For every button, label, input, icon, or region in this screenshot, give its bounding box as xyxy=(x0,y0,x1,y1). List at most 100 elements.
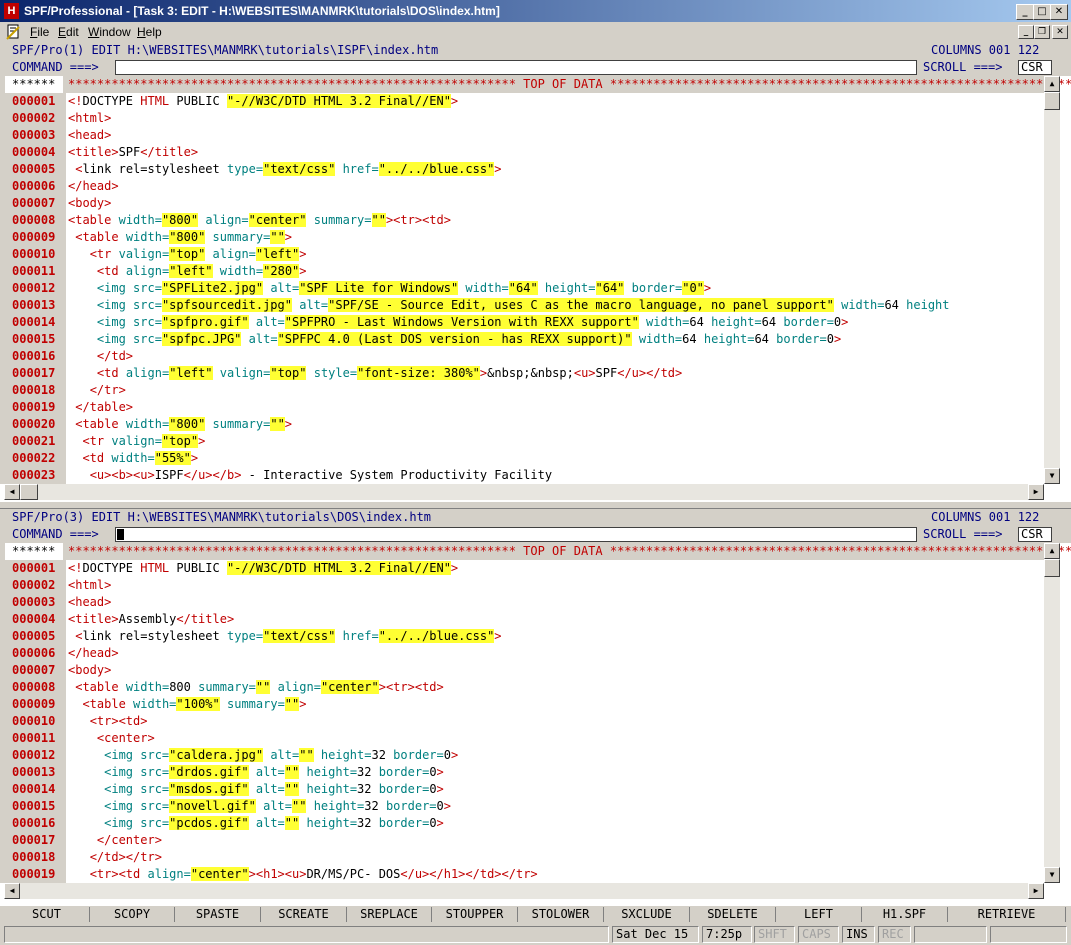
pane2-horizontal-scrollbar[interactable]: ◀ ▶ xyxy=(4,883,1044,899)
line-text[interactable]: <tr><td> xyxy=(68,714,148,728)
pane1-line[interactable]: 000019 </table> xyxy=(0,399,1044,416)
line-number[interactable]: 000020 xyxy=(12,417,55,431)
line-text[interactable]: <title>Assembly</title> xyxy=(68,612,234,626)
line-number[interactable]: 000016 xyxy=(12,816,55,830)
line-number[interactable]: 000019 xyxy=(12,400,55,414)
scroll-right-icon[interactable]: ▶ xyxy=(1028,484,1044,500)
line-text[interactable]: <head> xyxy=(68,595,111,609)
line-number[interactable]: 000018 xyxy=(12,850,55,864)
line-number[interactable]: 000003 xyxy=(12,595,55,609)
pane2-line[interactable]: 000016 <img src="pcdos.gif" alt="" heigh… xyxy=(0,815,1044,832)
mdi-restore-button[interactable]: ❐ xyxy=(1034,25,1050,39)
fkey-sxclude[interactable]: SXCLUDE xyxy=(604,907,690,922)
pane2-line[interactable]: 000008 <table width=800 summary="" align… xyxy=(0,679,1044,696)
pane2-line[interactable]: 000009 <table width="100%" summary=""> xyxy=(0,696,1044,713)
line-number[interactable]: 000015 xyxy=(12,332,55,346)
line-text[interactable]: <table width="800" summary=""> xyxy=(68,230,292,244)
pane2-line[interactable]: 000004 <title>Assembly</title> xyxy=(0,611,1044,628)
pane1-line[interactable]: 000008 <table width="800" align="center" … xyxy=(0,212,1044,229)
pane1-line[interactable]: 000006 </head> xyxy=(0,178,1044,195)
line-number[interactable]: 000003 xyxy=(12,128,55,142)
line-text[interactable]: <table width=800 summary="" align="cente… xyxy=(68,680,444,694)
line-text[interactable]: <center> xyxy=(68,731,155,745)
line-number[interactable]: 000008 xyxy=(12,680,55,694)
pane1-line[interactable]: 000018 </tr> xyxy=(0,382,1044,399)
menu-file[interactable]: File xyxy=(30,25,49,39)
scroll-up-icon[interactable]: ▲ xyxy=(1044,543,1060,559)
pane2-line[interactable]: 000003 <head> xyxy=(0,594,1044,611)
pane1-vertical-scrollbar[interactable]: ▲ ▼ xyxy=(1044,76,1060,484)
line-number[interactable]: 000011 xyxy=(12,264,55,278)
line-text[interactable]: </head> xyxy=(68,179,119,193)
line-text[interactable]: <title>SPF</title> xyxy=(68,145,198,159)
pane1-scroll-thumb[interactable] xyxy=(1044,92,1060,110)
line-number[interactable]: 000006 xyxy=(12,179,55,193)
pane1-line[interactable]: 000017 <td align="left" valign="top" sty… xyxy=(0,365,1044,382)
scroll-down-icon[interactable]: ▼ xyxy=(1044,867,1060,883)
line-text[interactable]: <img src="spfpc.JPG" alt="SPFPC 4.0 (Las… xyxy=(68,332,841,346)
fkey-retrieve[interactable]: RETRIEVE xyxy=(948,907,1066,922)
line-text[interactable]: <tr><td align="center"><h1><u>DR/MS/PC- … xyxy=(68,867,538,881)
pane2-line[interactable]: 000002 <html> xyxy=(0,577,1044,594)
pane2-line[interactable]: 000005 <link rel=stylesheet type="text/c… xyxy=(0,628,1044,645)
line-text[interactable]: </center> xyxy=(68,833,162,847)
line-text[interactable]: <td width="55%"> xyxy=(68,451,198,465)
pane1-line[interactable]: 000011 <td align="left" width="280"> xyxy=(0,263,1044,280)
pane2-line[interactable]: 000001 <!DOCTYPE HTML PUBLIC "-//W3C/DTD … xyxy=(0,560,1044,577)
scroll-down-icon[interactable]: ▼ xyxy=(1044,468,1060,484)
line-number[interactable]: 000014 xyxy=(12,315,55,329)
fkey-h1-spf[interactable]: H1.SPF xyxy=(862,907,948,922)
fkey-scopy[interactable]: SCOPY xyxy=(90,907,175,922)
line-number[interactable]: 000010 xyxy=(12,714,55,728)
pane2-line[interactable]: 000006 </head> xyxy=(0,645,1044,662)
line-text[interactable]: <html> xyxy=(68,578,111,592)
pane2-line[interactable]: 000017 </center> xyxy=(0,832,1044,849)
pane2-line[interactable]: 000007 <body> xyxy=(0,662,1044,679)
line-number[interactable]: 000016 xyxy=(12,349,55,363)
line-number[interactable]: 000009 xyxy=(12,230,55,244)
line-number[interactable]: 000011 xyxy=(12,731,55,745)
menu-window[interactable]: Window xyxy=(88,25,131,39)
pane2-line[interactable]: 000013 <img src="drdos.gif" alt="" heigh… xyxy=(0,764,1044,781)
line-text[interactable]: <table width="100%" summary=""> xyxy=(68,697,306,711)
pane2-line[interactable]: 000011 <center> xyxy=(0,730,1044,747)
pane1-horizontal-scrollbar[interactable]: ◀ ▶ xyxy=(4,484,1044,500)
mdi-close-button[interactable]: ✕ xyxy=(1052,25,1068,39)
pane2-editor-lines[interactable]: 000001 <!DOCTYPE HTML PUBLIC "-//W3C/DTD … xyxy=(0,560,1044,883)
line-number[interactable]: 000004 xyxy=(12,612,55,626)
pane2-line[interactable]: 000019 <tr><td align="center"><h1><u>DR/… xyxy=(0,866,1044,883)
pane-divider[interactable] xyxy=(0,501,1071,509)
line-number[interactable]: 000009 xyxy=(12,697,55,711)
pane2-line[interactable]: 000012 <img src="caldera.jpg" alt="" hei… xyxy=(0,747,1044,764)
fkey-stolower[interactable]: STOLOWER xyxy=(518,907,604,922)
line-text[interactable]: </tr> xyxy=(68,383,126,397)
pane2-line[interactable]: 000014 <img src="msdos.gif" alt="" heigh… xyxy=(0,781,1044,798)
line-number[interactable]: 000002 xyxy=(12,111,55,125)
pane1-line[interactable]: 000013 <img src="spfsourcedit.jpg" alt="… xyxy=(0,297,1044,314)
line-text[interactable]: <img src="spfpro.gif" alt="SPFPRO - Last… xyxy=(68,315,848,329)
line-number[interactable]: 000017 xyxy=(12,366,55,380)
scroll-right-icon[interactable]: ▶ xyxy=(1028,883,1044,899)
line-text[interactable]: <td align="left" valign="top" style="fon… xyxy=(68,366,682,380)
pane1-hscroll-thumb[interactable] xyxy=(20,484,38,500)
line-number[interactable]: 000022 xyxy=(12,451,55,465)
mdi-minimize-button[interactable]: _ xyxy=(1018,25,1034,39)
pane1-line[interactable]: 000012 <img src="SPFLite2.jpg" alt="SPF … xyxy=(0,280,1044,297)
pane1-line[interactable]: 000016 </td> xyxy=(0,348,1044,365)
line-number[interactable]: 000015 xyxy=(12,799,55,813)
line-text[interactable]: <body> xyxy=(68,196,111,210)
line-text[interactable]: <img src="spfsourcedit.jpg" alt="SPF/SE … xyxy=(68,298,950,312)
pane2-line[interactable]: 000010 <tr><td> xyxy=(0,713,1044,730)
pane1-line[interactable]: 000002 <html> xyxy=(0,110,1044,127)
pane1-line[interactable]: 000004 <title>SPF</title> xyxy=(0,144,1044,161)
line-number[interactable]: 000007 xyxy=(12,663,55,677)
fkey-spaste[interactable]: SPASTE xyxy=(175,907,261,922)
line-number[interactable]: 000013 xyxy=(12,298,55,312)
line-text[interactable]: <img src="pcdos.gif" alt="" height=32 bo… xyxy=(68,816,444,830)
pane1-line[interactable]: 000014 <img src="spfpro.gif" alt="SPFPRO… xyxy=(0,314,1044,331)
line-text[interactable]: <tr valign="top"> xyxy=(68,434,205,448)
line-text[interactable]: <table width="800" align="center" summar… xyxy=(68,213,451,227)
pane2-line[interactable]: 000018 </td></tr> xyxy=(0,849,1044,866)
pane1-line[interactable]: 000010 <tr valign="top" align="left"> xyxy=(0,246,1044,263)
line-text[interactable]: <html> xyxy=(68,111,111,125)
